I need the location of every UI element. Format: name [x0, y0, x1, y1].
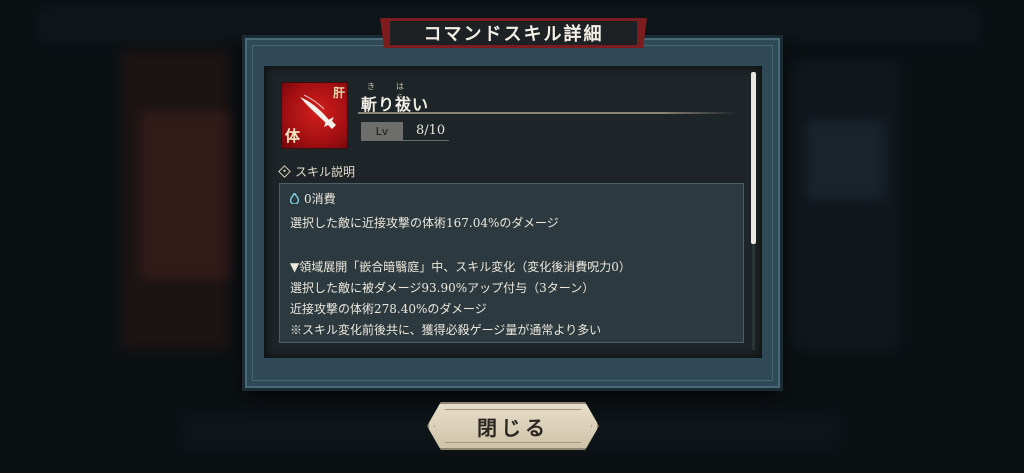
description-line: 近接攻撃の体術278.40%のダメージ [290, 302, 487, 316]
level-label: Lv [361, 122, 403, 141]
description-line: 選択した敵に被ダメージ93.90%アップ付与（3ターン） [290, 281, 595, 295]
description-line: ※スキル変化前後共に、獲得必殺ゲージ量が通常より多い [290, 323, 602, 337]
background-right-portrait [805, 120, 885, 200]
cursed-energy-drop-icon [290, 193, 299, 204]
close-button-label: 閉じる [477, 415, 549, 440]
dialog-title: コマンドスキル詳細 [423, 24, 604, 45]
skill-description-header: スキル説明 [278, 163, 356, 180]
background-left-portrait [140, 110, 230, 280]
cost-line: 0消費 [290, 190, 336, 207]
skill-type-label: 体 [285, 127, 301, 145]
diamond-icon [278, 165, 291, 178]
skill-icon-corner-label: 肝 [332, 86, 345, 100]
skill-name-divider [358, 112, 738, 114]
close-button[interactable]: 閉じる [427, 402, 599, 450]
section-title: スキル説明 [295, 165, 356, 179]
background-right-card [790, 60, 900, 350]
level-underline [403, 140, 449, 141]
description-line: 選択した敵に近接攻撃の体術167.04%のダメージ [290, 216, 559, 230]
skill-icon: 肝 体 [281, 82, 348, 149]
cost-text: 0消費 [304, 192, 336, 206]
sword-slash-icon [300, 94, 336, 129]
scrollbar-thumb[interactable] [751, 72, 756, 244]
description-line: ▼領域展開「嵌合暗翳庭」中、スキル変化（変化後消費呪力0） [290, 260, 631, 274]
level-value: 8/10 [416, 123, 446, 138]
dialog-title-ribbon: コマンドスキル詳細 [386, 18, 641, 48]
